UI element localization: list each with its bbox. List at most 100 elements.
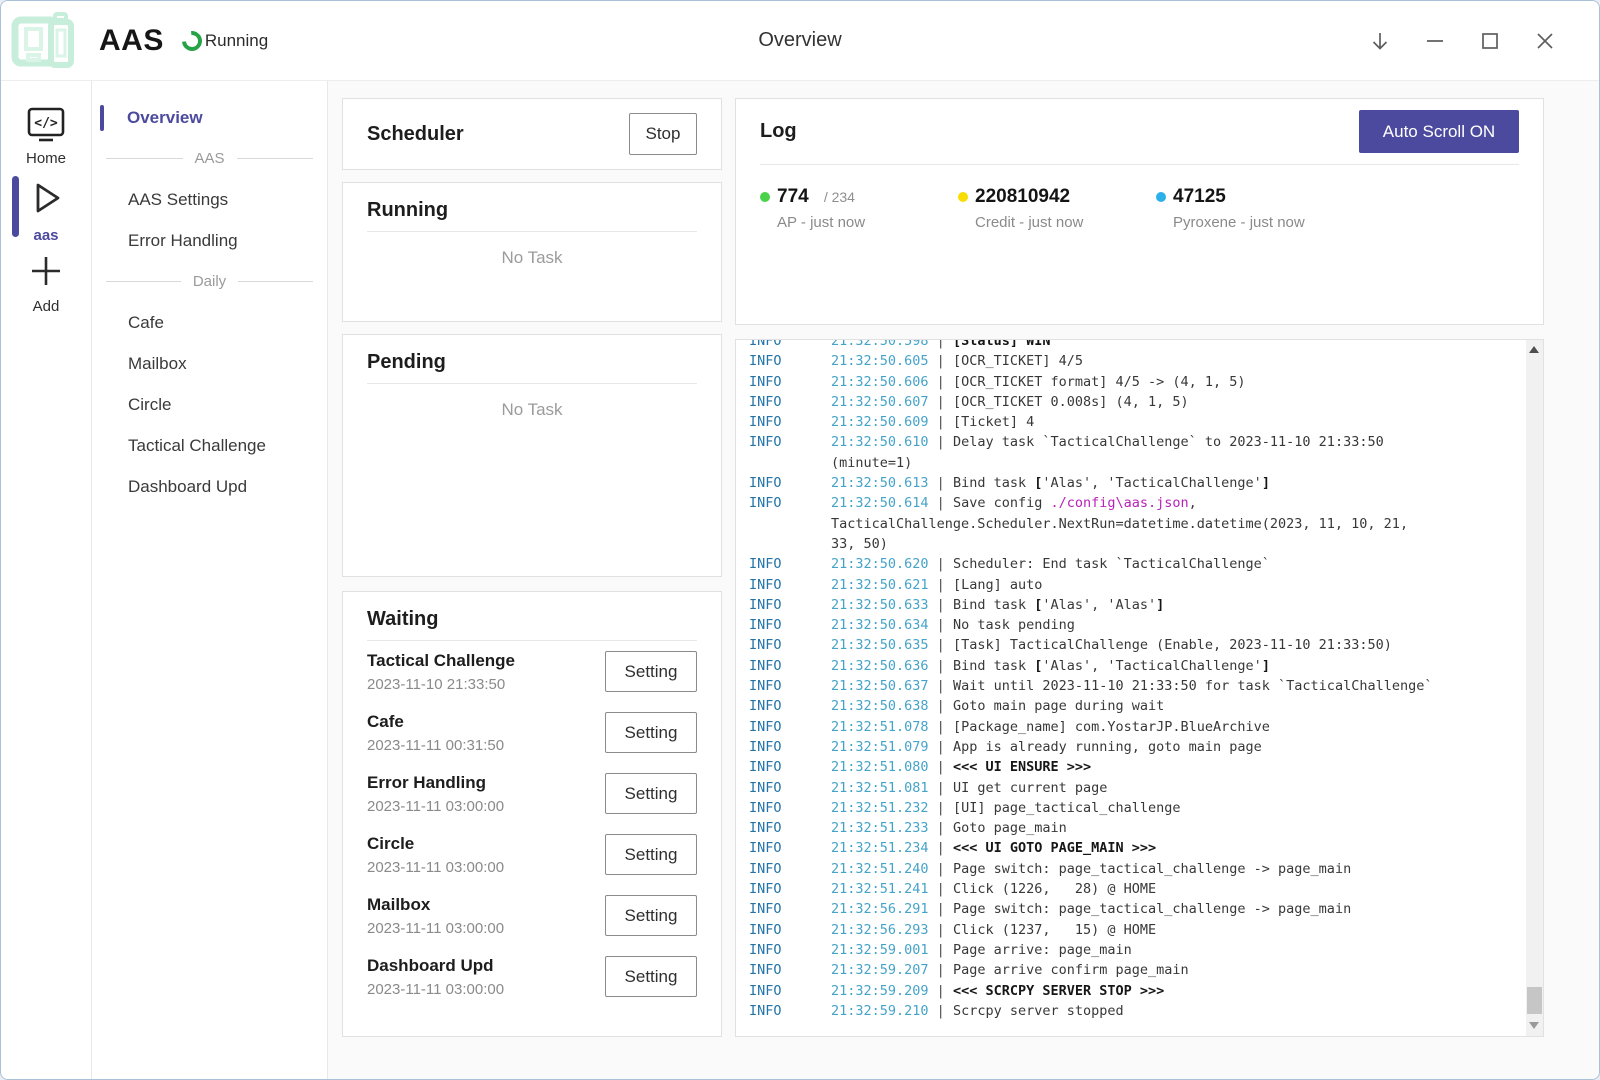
log-line: INFO21:32:51.080 | <<< UI ENSURE >>> — [749, 757, 1543, 777]
nav-item[interactable]: Cafe — [92, 302, 327, 343]
log-line: INFO21:32:50.598 | [Status] WIN — [749, 339, 1543, 351]
maximize-icon — [1478, 29, 1502, 53]
update-download-button[interactable] — [1368, 29, 1392, 53]
log-line: INFO21:32:50.605 | [OCR_TICKET] 4/5 — [749, 351, 1543, 371]
log-separator: | — [929, 475, 953, 491]
log-entry: 21:32:51.078 | [Package_name] com.Yostar… — [831, 717, 1517, 737]
log-separator: | — [929, 922, 953, 938]
main-area: </> Home aas Add — [1, 81, 1599, 1080]
log-separator: | — [929, 617, 953, 633]
nav-item-active[interactable]: Overview — [92, 97, 327, 138]
log-line: INFO21:32:59.209 | <<< SCRCPY SERVER STO… — [749, 981, 1543, 1001]
nav-item[interactable]: Dashboard Upd — [92, 466, 327, 507]
log-entry: 21:32:59.209 | <<< SCRCPY SERVER STOP >>… — [831, 981, 1517, 1001]
dashboard-stat: 220810942 Credit - just now — [958, 186, 1156, 231]
log-timestamp: 21:32:50.636 — [831, 658, 929, 674]
scrollbar-up-arrow-icon[interactable] — [1529, 346, 1539, 353]
rail-item[interactable]: Add — [1, 246, 91, 319]
stat-dot-icon — [958, 192, 968, 202]
log-level: INFO — [749, 737, 831, 757]
log-level: INFO — [749, 575, 831, 595]
log-level: INFO — [749, 899, 831, 919]
scrollbar-down-arrow-icon[interactable] — [1529, 1022, 1539, 1029]
close-button[interactable] — [1533, 29, 1557, 53]
waiting-task-name: Mailbox — [367, 895, 504, 915]
log-line: INFO21:32:51.079 | App is already runnin… — [749, 737, 1543, 757]
log-message: Page arrive confirm page_main — [953, 962, 1189, 978]
svg-text:</>: </> — [34, 116, 58, 131]
task-setting-button[interactable]: Setting — [605, 895, 697, 936]
scrollbar-thumb[interactable] — [1527, 987, 1542, 1014]
waiting-task-name: Circle — [367, 834, 504, 854]
log-level: INFO — [749, 696, 831, 716]
log-level: INFO — [749, 717, 831, 737]
log-message: Page switch: page_tactical_challenge -> … — [953, 861, 1351, 877]
divider-line — [238, 281, 313, 282]
log-entry: 21:32:51.240 | Page switch: page_tactica… — [831, 859, 1517, 879]
log-timestamp: 21:32:51.234 — [831, 840, 929, 856]
nav-item[interactable]: Tactical Challenge — [92, 425, 327, 466]
log-separator: | — [929, 1003, 953, 1019]
divider-line — [106, 158, 183, 159]
log-line: INFO21:32:50.635 | [Task] TacticalChalle… — [749, 635, 1543, 655]
log-line: INFO21:32:50.637 | Wait until 2023-11-10… — [749, 676, 1543, 696]
log-entry: 21:32:59.210 | Scrcpy server stopped — [831, 1001, 1517, 1021]
waiting-task-next-run: 2023-11-11 03:00:00 — [367, 920, 504, 937]
log-timestamp: 21:32:50.633 — [831, 597, 929, 613]
waiting-task-info: Tactical Challenge 2023-11-10 21:33:50 — [367, 651, 515, 693]
nav-item[interactable]: Mailbox — [92, 343, 327, 384]
nav-item[interactable]: Error Handling — [92, 220, 327, 261]
waiting-task-row: Dashboard Upd 2023-11-11 03:00:00 Settin… — [367, 946, 697, 1007]
log-entry: 21:32:50.606 | [OCR_TICKET format] 4/5 -… — [831, 372, 1517, 392]
log-lines: INFO21:32:50.598 | [Status] WIN INFO21:3… — [736, 339, 1543, 1021]
log-timestamp: 21:32:50.609 — [831, 414, 929, 430]
log-line: INFO21:32:51.241 | Click (1226, 28) @ HO… — [749, 879, 1543, 899]
waiting-task-list: Tactical Challenge 2023-11-10 21:33:50 S… — [367, 641, 697, 1007]
minimize-button[interactable] — [1423, 29, 1447, 53]
maximize-button[interactable] — [1478, 29, 1502, 53]
stop-button[interactable]: Stop — [629, 113, 697, 155]
task-setting-button[interactable]: Setting — [605, 834, 697, 875]
stat-dot-icon — [1156, 192, 1166, 202]
log-message: Scheduler: End task `TacticalChallenge` — [953, 556, 1270, 572]
stat-value: 220810942 — [975, 186, 1074, 208]
log-scrollbar[interactable] — [1526, 340, 1543, 1036]
log-message: Page switch: page_tactical_challenge -> … — [953, 901, 1351, 917]
log-separator: | — [929, 881, 953, 897]
log-entry: 21:32:50.613 | Bind task ['Alas', 'Tacti… — [831, 473, 1517, 493]
task-setting-button[interactable]: Setting — [605, 773, 697, 814]
app-window: AAS Running Overview </> H — [0, 0, 1600, 1080]
auto-scroll-toggle[interactable]: Auto Scroll ON — [1359, 110, 1519, 153]
log-entry: 21:32:50.635 | [Task] TacticalChallenge … — [831, 635, 1517, 655]
log-level: INFO — [749, 757, 831, 777]
log-level: INFO — [749, 920, 831, 940]
task-setting-button[interactable]: Setting — [605, 956, 697, 997]
log-separator: | — [929, 556, 953, 572]
log-entry: 21:32:50.620 | Scheduler: End task `Tact… — [831, 554, 1517, 574]
log-console[interactable]: INFO21:32:50.598 | [Status] WIN INFO21:3… — [735, 339, 1544, 1037]
nav-item[interactable]: AAS Settings — [92, 179, 327, 220]
log-message: [Status] WIN — [953, 339, 1051, 349]
log-entry: 21:32:50.636 | Bind task ['Alas', 'Tacti… — [831, 656, 1517, 676]
waiting-task-next-run: 2023-11-11 03:00:00 — [367, 981, 504, 998]
log-line: INFO21:32:50.607 | [OCR_TICKET 0.008s] (… — [749, 392, 1543, 412]
divider-line — [106, 281, 181, 282]
log-line: INFO21:32:51.234 | <<< UI GOTO PAGE_MAIN… — [749, 838, 1543, 858]
log-line: INFO21:32:51.081 | UI get current page — [749, 778, 1543, 798]
log-level: INFO — [749, 940, 831, 960]
overview-content: Scheduler Stop Running No Task Pending N… — [328, 81, 1599, 1080]
nav-group-divider: Daily — [92, 261, 327, 302]
rail-item[interactable]: </> Home — [1, 100, 91, 173]
rail-item[interactable]: aas — [1, 173, 91, 246]
task-setting-button[interactable]: Setting — [605, 712, 697, 753]
log-separator: | — [929, 658, 953, 674]
log-entry: 21:32:51.233 | Goto page_main — [831, 818, 1517, 838]
pending-empty-text: No Task — [367, 400, 697, 420]
nav-item[interactable]: Circle — [92, 384, 327, 425]
task-nav-panel: Overview AAS AAS Settings Error Handling… — [92, 81, 328, 1080]
log-separator: | — [929, 495, 953, 511]
log-timestamp: 21:32:51.240 — [831, 861, 929, 877]
waiting-task-next-run: 2023-11-11 03:00:00 — [367, 859, 504, 876]
task-setting-button[interactable]: Setting — [605, 651, 697, 692]
log-separator: | — [929, 339, 953, 349]
